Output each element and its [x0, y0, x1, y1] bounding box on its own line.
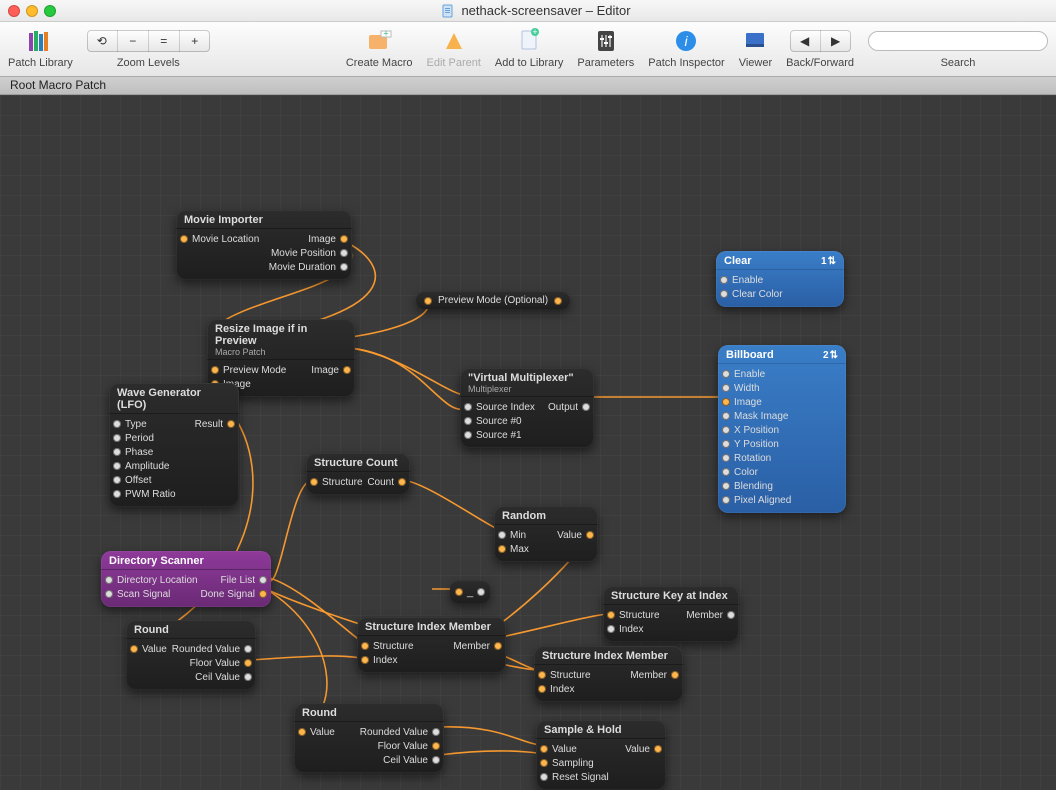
node-virtual-multiplexer[interactable]: "Virtual Multiplexer" Multiplexer Source…	[460, 368, 594, 448]
svg-text:+: +	[533, 27, 538, 37]
minimize-icon[interactable]	[26, 5, 38, 17]
document-icon	[441, 4, 455, 18]
zoom-fit-icon[interactable]: ⟲	[87, 30, 118, 52]
back-icon[interactable]: ◀	[790, 30, 821, 52]
svg-text:+: +	[384, 29, 389, 39]
sliders-icon	[595, 26, 617, 56]
patch-library-button[interactable]: Patch Library	[8, 26, 73, 69]
node-structure-key-at-index[interactable]: Structure Key at Index StructureMember I…	[603, 586, 739, 642]
window-title: nethack-screensaver – Editor	[56, 3, 1016, 18]
traffic-lights	[8, 5, 56, 17]
viewer-button[interactable]: Viewer	[739, 26, 772, 69]
node-title: Resize Image if in Preview	[215, 323, 347, 347]
viewer-icon	[744, 26, 766, 56]
patch-inspector-button[interactable]: i Patch Inspector	[648, 26, 724, 69]
zoom-out-icon[interactable]: −	[118, 30, 149, 52]
node-title: "Virtual Multiplexer"	[468, 372, 574, 384]
node-wave-generator[interactable]: Wave Generator (LFO) TypeResult Period P…	[109, 383, 239, 507]
create-macro-button[interactable]: + Create Macro	[346, 26, 413, 69]
node-clear[interactable]: Clear1 ⇅ Enable Clear Color	[716, 251, 844, 307]
node-title: Billboard	[726, 349, 774, 361]
titlebar: nethack-screensaver – Editor	[0, 0, 1056, 22]
toolbar: Patch Library ⟲ − = + Zoom Levels + Crea…	[0, 22, 1056, 77]
node-title: Round	[134, 624, 169, 636]
preview-mode-output[interactable]: Preview Mode (Optional)	[416, 292, 570, 309]
node-structure-count[interactable]: Structure Count StructureCount	[306, 453, 410, 495]
node-title: Structure Count	[314, 457, 398, 469]
node-subtitle: Multiplexer	[468, 384, 512, 394]
search: Search	[868, 26, 1048, 69]
zoom-in-icon[interactable]: +	[180, 30, 210, 52]
zoom-icon[interactable]	[44, 5, 56, 17]
edit-parent-icon	[442, 26, 466, 56]
node-title: Structure Key at Index	[611, 590, 728, 602]
library-icon	[25, 26, 55, 56]
node-math[interactable]: _	[450, 581, 490, 603]
node-title: Random	[502, 510, 546, 522]
node-movie-importer[interactable]: Movie Importer Movie LocationImage Movie…	[176, 210, 352, 280]
back-forward: ◀ ▶ Back/Forward	[786, 26, 854, 69]
add-to-library-button[interactable]: + Add to Library	[495, 26, 563, 69]
info-icon: i	[674, 26, 698, 56]
node-title: Structure Index Member	[365, 621, 491, 633]
node-title: Movie Importer	[184, 214, 263, 226]
node-title: Wave Generator (LFO)	[117, 387, 231, 411]
search-input[interactable]	[868, 31, 1048, 51]
forward-icon[interactable]: ▶	[821, 30, 851, 52]
zoom-levels: ⟲ − = + Zoom Levels	[87, 26, 210, 69]
nav-segmented[interactable]: ◀ ▶	[790, 30, 851, 52]
zoom-segmented[interactable]: ⟲ − = +	[87, 30, 210, 52]
create-macro-icon: +	[365, 26, 393, 56]
window-title-text: nethack-screensaver – Editor	[461, 3, 630, 18]
node-random[interactable]: Random MinValue Max	[494, 506, 598, 562]
node-billboard[interactable]: Billboard2 ⇅ Enable Width Image Mask Ima…	[718, 345, 846, 513]
breadcrumb[interactable]: Root Macro Patch	[0, 77, 1056, 95]
node-round-1[interactable]: Round ValueRounded Value Floor Value Cei…	[126, 620, 256, 690]
close-icon[interactable]	[8, 5, 20, 17]
node-directory-scanner[interactable]: Directory Scanner Directory LocationFile…	[101, 551, 271, 607]
node-title: Sample & Hold	[544, 724, 622, 736]
node-title: Round	[302, 707, 337, 719]
zoom-actual-icon[interactable]: =	[149, 30, 180, 52]
node-title: Clear	[724, 255, 752, 267]
edit-parent-button: Edit Parent	[427, 26, 481, 69]
node-subtitle: Macro Patch	[215, 347, 266, 357]
node-structure-index-member-1[interactable]: Structure Index Member StructureMember I…	[357, 617, 506, 673]
node-structure-index-member-2[interactable]: Structure Index Member StructureMember I…	[534, 646, 683, 702]
canvas[interactable]: Movie Importer Movie LocationImage Movie…	[0, 95, 1056, 790]
parameters-button[interactable]: Parameters	[577, 26, 634, 69]
node-sample-hold[interactable]: Sample & Hold ValueValue Sampling Reset …	[536, 720, 666, 790]
node-title: Directory Scanner	[109, 555, 204, 567]
add-library-icon: +	[516, 26, 542, 56]
node-title: Structure Index Member	[542, 650, 668, 662]
node-round-2[interactable]: Round ValueRounded Value Floor Value Cei…	[294, 703, 444, 773]
